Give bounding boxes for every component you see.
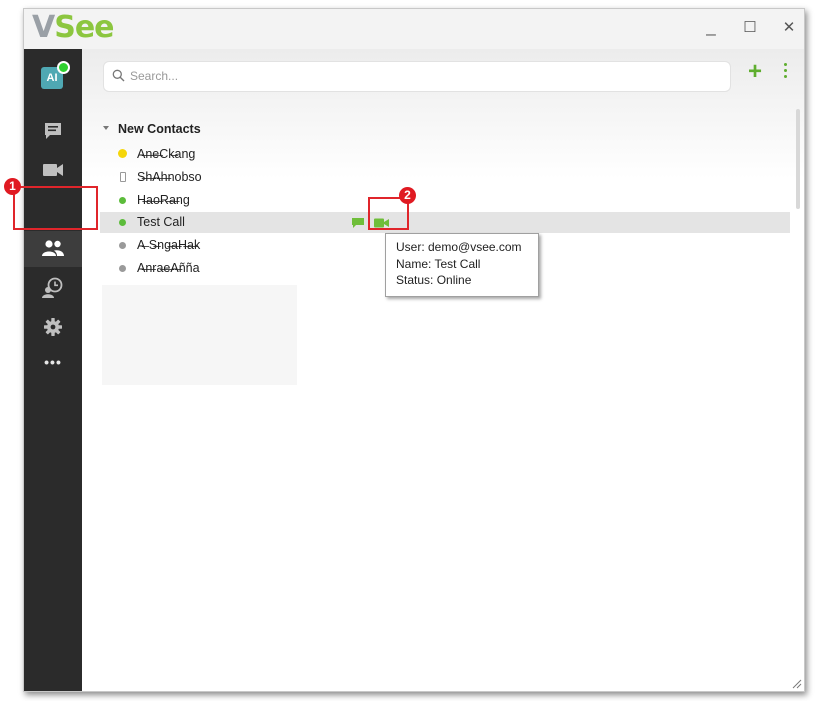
presence-online-indicator (57, 61, 70, 74)
minimize-button[interactable]: _ (699, 17, 723, 37)
status-online-icon (119, 197, 126, 204)
tooltip-name: Name: Test Call (396, 256, 481, 271)
contact-row[interactable]: A̶n̶e̶Ck̶ang (100, 144, 790, 165)
tooltip-status: Status: Online (396, 273, 472, 287)
search-input[interactable] (128, 68, 722, 84)
more-dot (784, 63, 787, 66)
status-offline-icon (119, 242, 126, 249)
more-dot (784, 75, 787, 78)
resize-grip-icon[interactable] (792, 679, 802, 689)
maximize-button[interactable]: ☐ (738, 18, 762, 36)
group-label: New Contacts (118, 122, 201, 136)
callout-badge-2: 2 (399, 187, 416, 204)
search-icon (112, 69, 125, 82)
background-blur (102, 285, 297, 385)
title-bar: VSee _ ☐ ✕ (24, 9, 804, 49)
more-options-button[interactable] (782, 63, 790, 81)
sidebar: AI ••• (24, 49, 82, 691)
callout-badge-1: 1 (4, 178, 21, 195)
status-online-icon (119, 219, 126, 226)
contact-name: H̶a̶o̶R̶a̶ng (137, 193, 190, 207)
sidebar-item-history[interactable] (24, 277, 82, 299)
caret-down-icon (103, 125, 109, 130)
gear-icon (44, 318, 62, 336)
logo-see: See (54, 10, 114, 45)
status-offline-icon (119, 265, 126, 272)
contact-name: A̶n̶ra̶e̶A̶ñña (137, 261, 200, 275)
contact-tooltip: User: demo@vsee.com Name: Test Call Stat… (385, 233, 539, 297)
vsee-window: VSee _ ☐ ✕ AI ••• Search... + New Contac… (23, 8, 805, 692)
sidebar-item-video[interactable] (24, 162, 82, 178)
chat-icon (45, 123, 61, 139)
add-contact-button[interactable]: + (748, 60, 762, 84)
vsee-logo: VSee (32, 10, 115, 45)
contact-row[interactable]: H̶a̶o̶R̶a̶ng (100, 190, 790, 211)
scrollbar[interactable] (796, 109, 800, 209)
status-phone-icon (120, 172, 126, 182)
logo-v: V (32, 10, 55, 45)
callout-box-contacts (13, 186, 98, 230)
contact-name: Test Call (137, 215, 185, 229)
contact-name: A̶n̶e̶Ck̶ang (137, 147, 196, 161)
sidebar-item-contacts[interactable] (24, 239, 82, 257)
contact-name: A̶ S̶ng̶a̶H̶a̶k (137, 238, 201, 252)
tooltip-user: User: demo@vsee.com (396, 240, 522, 254)
contact-row[interactable]: S̶h̶A̶h̶nobso (100, 167, 790, 188)
close-button[interactable]: ✕ (777, 18, 801, 36)
contacts-icon (42, 240, 64, 256)
more-dot (784, 69, 787, 72)
video-icon (43, 164, 63, 176)
contact-group-header[interactable]: New Contacts (103, 122, 201, 136)
main-panel: + New Contacts A̶n̶e̶Ck̶ang S̶h̶A̶h̶nobs… (82, 49, 804, 691)
status-idle-icon (118, 149, 127, 158)
contact-row-test-call[interactable]: Test Call (100, 212, 790, 233)
search-box[interactable] (103, 61, 731, 92)
history-icon (42, 277, 63, 298)
chat-icon[interactable] (351, 217, 365, 229)
contact-name: S̶h̶A̶h̶nobso (137, 170, 202, 184)
sidebar-item-settings[interactable] (24, 317, 82, 337)
sidebar-item-more[interactable]: ••• (24, 354, 82, 370)
sidebar-item-chat[interactable] (24, 121, 82, 141)
